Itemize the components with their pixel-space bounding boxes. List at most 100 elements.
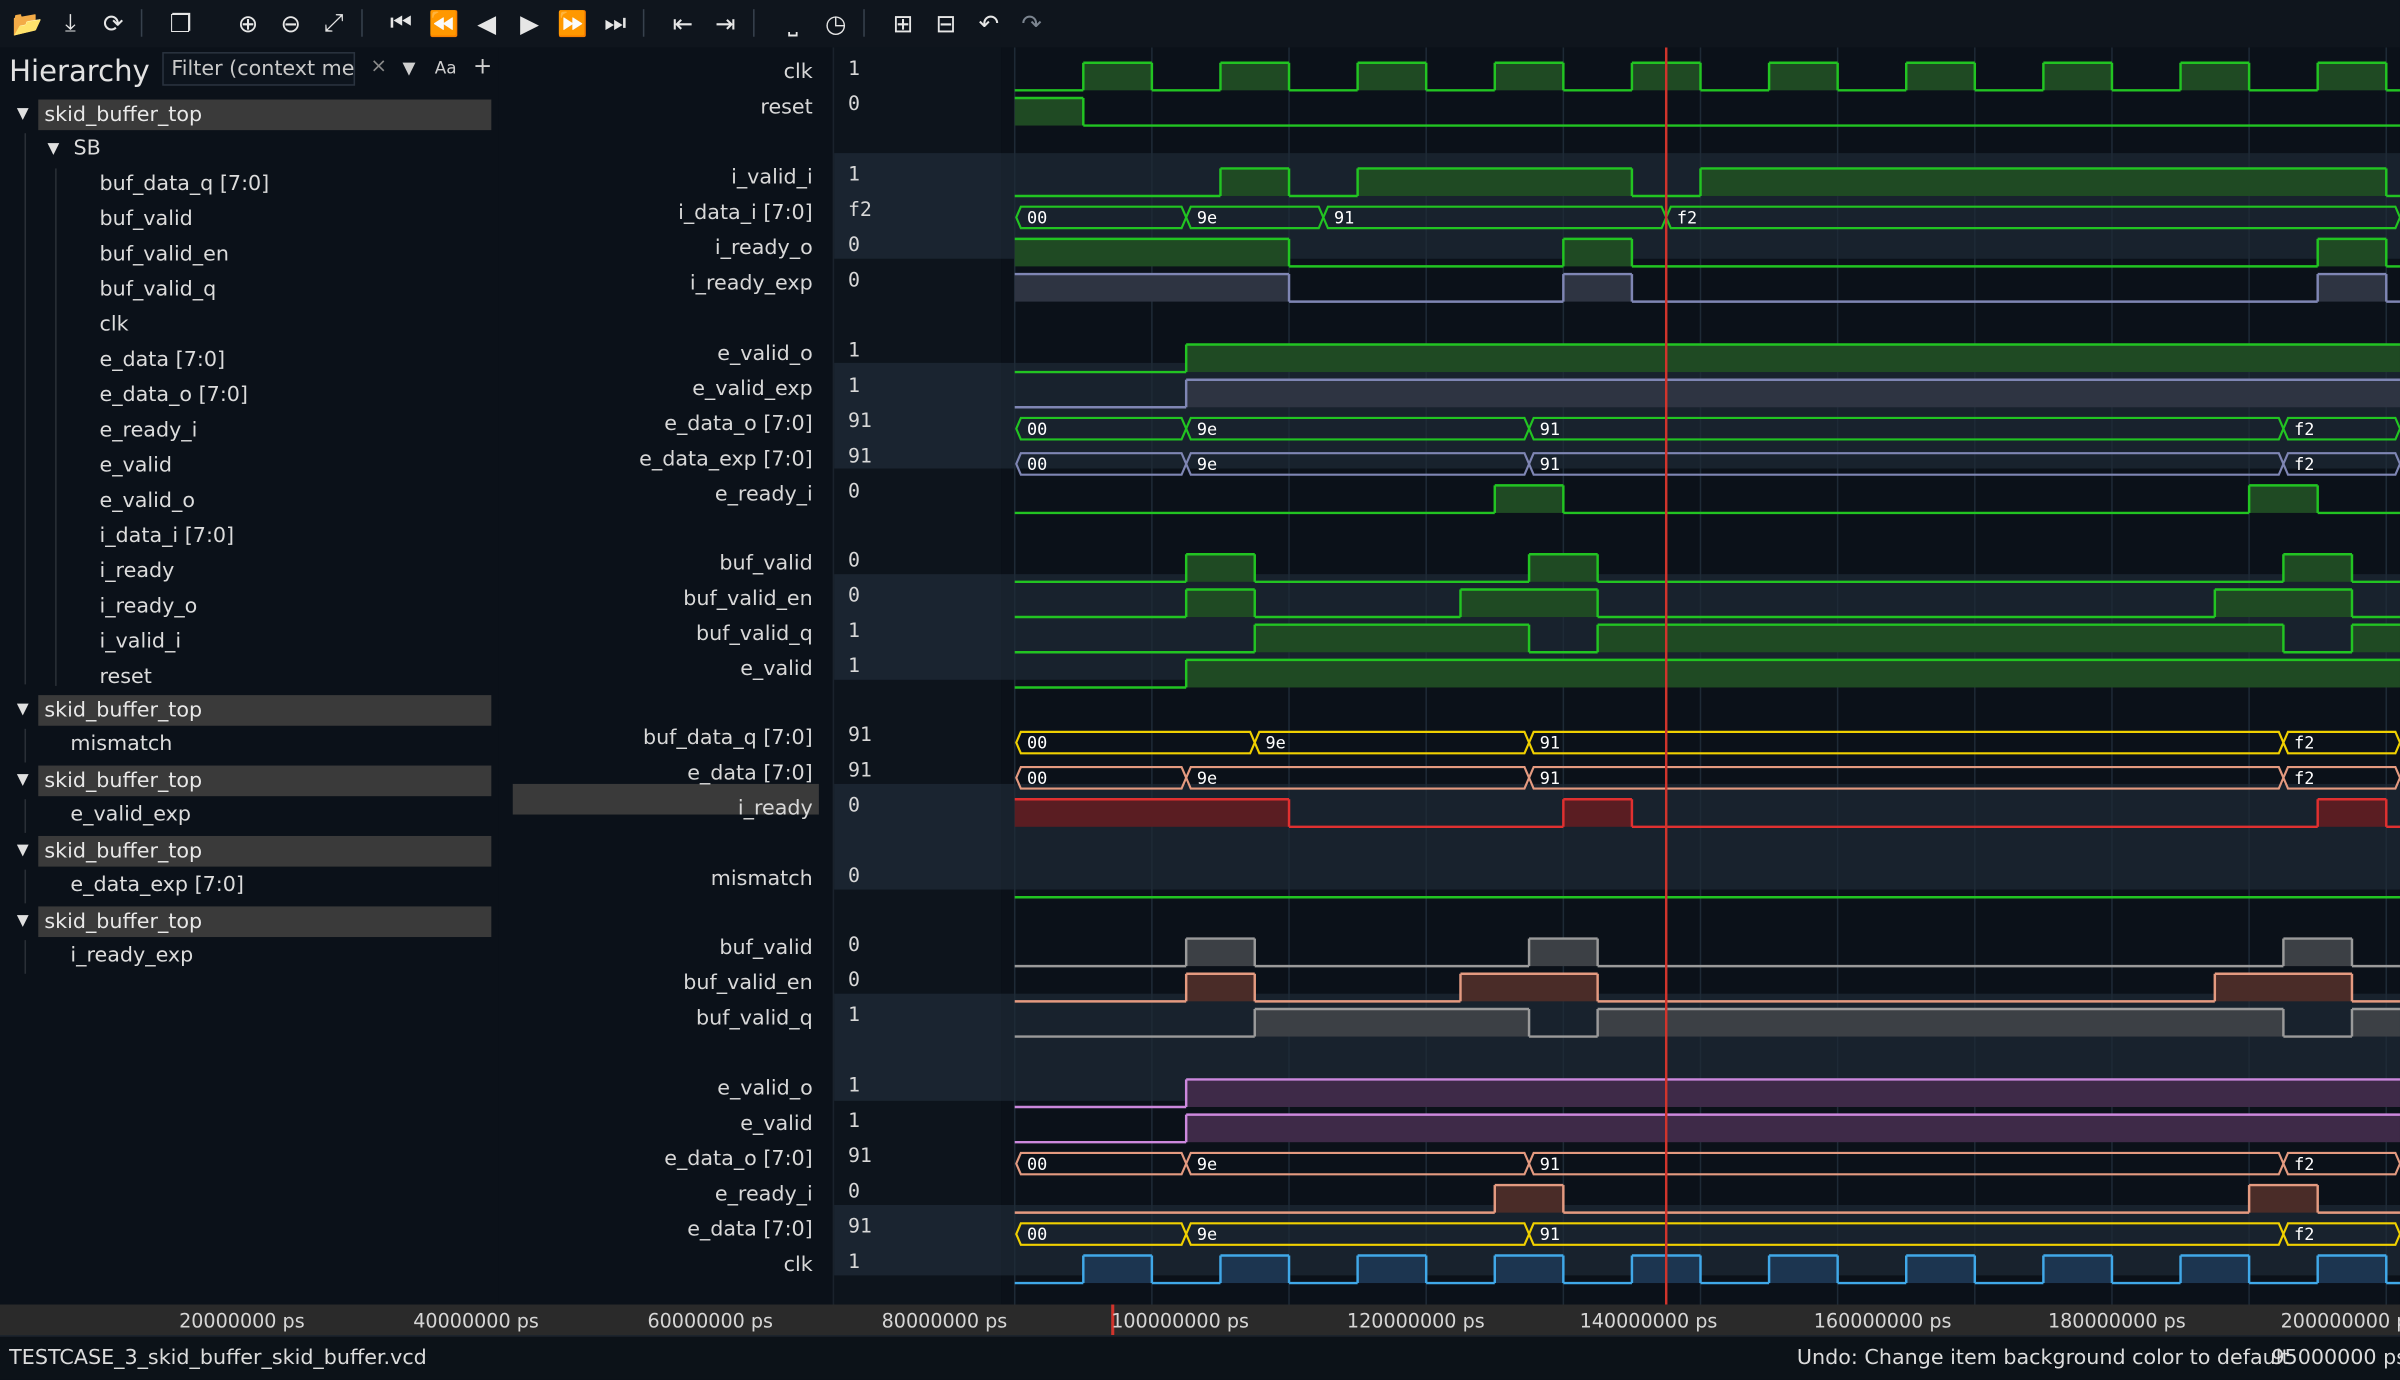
signal-name[interactable]: buf_valid: [719, 936, 812, 960]
expand-toggle-icon[interactable]: ▼: [47, 141, 59, 158]
expand-toggle-icon[interactable]: ▼: [17, 106, 29, 123]
filter-icon[interactable]: ▼: [403, 58, 416, 78]
signal-name[interactable]: clk: [784, 60, 813, 84]
step-backward-icon[interactable]: ◀: [468, 6, 505, 40]
copy-icon[interactable]: ❐: [162, 6, 199, 40]
hierarchy-signal[interactable]: e_data_o [7:0]: [99, 383, 248, 407]
filter-input[interactable]: Filter (context men: [162, 52, 356, 86]
hierarchy-signal[interactable]: e_valid: [99, 453, 172, 477]
expand-toggle-icon[interactable]: ▼: [17, 913, 29, 930]
collapse-all-icon[interactable]: ⊟: [928, 6, 965, 40]
signal-value: 91: [847, 1145, 872, 1169]
signal-name[interactable]: e_valid: [740, 1112, 813, 1136]
save-file-icon[interactable]: ⤓: [52, 6, 89, 40]
go-to-end-icon[interactable]: ⏭: [597, 6, 634, 40]
hierarchy-signal[interactable]: e_valid_exp: [70, 802, 191, 826]
clear-filter-icon[interactable]: ×: [370, 55, 387, 78]
tree-guide-line: [24, 869, 27, 904]
expand-toggle-icon[interactable]: ▼: [17, 842, 29, 859]
signal-name[interactable]: e_valid: [740, 657, 813, 681]
signal-name[interactable]: i_data_i [7:0]: [678, 201, 813, 225]
signal-name[interactable]: e_data_o [7:0]: [664, 1147, 813, 1171]
hierarchy-signal[interactable]: e_ready_i: [99, 418, 197, 442]
signal-name[interactable]: e_valid_exp: [692, 377, 813, 401]
e-data-o-2-value-label: 00: [1027, 1154, 1047, 1174]
e-data-exp-value-label: 9e: [1197, 454, 1217, 474]
status-message: Undo: Change item background color to de…: [1796, 1345, 2290, 1371]
hierarchy-signal[interactable]: buf_valid_q: [99, 277, 216, 301]
reload-icon[interactable]: ⟳: [95, 6, 132, 40]
zoom-fit-icon[interactable]: ⤢: [315, 6, 352, 40]
add-divider-icon[interactable]: ⎵: [774, 6, 811, 40]
hierarchy-signal[interactable]: buf_data_q [7:0]: [99, 171, 269, 195]
waveform-canvas[interactable]: 00 9e 91 f2 00 9e 91 f2 00 9e 91 f2 00 9e 91 f2 00 9e 91 f2…: [1001, 47, 2400, 1305]
undo-icon[interactable]: ↶: [970, 6, 1007, 40]
e-data-2-value-label: 9e: [1197, 1224, 1217, 1244]
time-ruler[interactable]: 20000000 ps 40000000 ps 60000000 ps 8000000…: [0, 1304, 2400, 1336]
scope-skid-buffer-top[interactable]: skid_buffer_top: [38, 99, 492, 131]
signal-name[interactable]: i_ready: [738, 796, 813, 820]
hierarchy-signal[interactable]: buf_valid_en: [99, 242, 228, 266]
buf-valid-high-fill: [2283, 554, 2352, 582]
signal-name[interactable]: buf_valid_en: [683, 971, 812, 995]
add-icon[interactable]: +: [473, 52, 492, 80]
fast-forward-icon[interactable]: ⏩: [554, 6, 591, 40]
scope-skid-buffer-top[interactable]: skid_buffer_top: [38, 906, 492, 938]
hierarchy-signal[interactable]: e_data [7:0]: [99, 348, 225, 372]
signal-name[interactable]: e_ready_i: [715, 482, 813, 506]
signal-name[interactable]: buf_valid: [719, 551, 812, 575]
hierarchy-signal[interactable]: clk: [99, 312, 128, 336]
scope-skid-buffer-top[interactable]: skid_buffer_top: [38, 835, 492, 867]
hierarchy-signal[interactable]: mismatch: [70, 732, 172, 756]
signal-name[interactable]: i_valid_i: [731, 165, 813, 189]
zoom-in-icon[interactable]: ⊕: [230, 6, 267, 40]
expand-all-icon[interactable]: ⊞: [885, 6, 922, 40]
signal-name[interactable]: i_ready_exp: [690, 271, 813, 295]
buf-data-q-segment: [1253, 730, 1531, 755]
signal-name[interactable]: buf_data_q [7:0]: [643, 726, 813, 750]
signal-name[interactable]: e_data_exp [7:0]: [639, 447, 813, 471]
e-data-value-label: 91: [1540, 768, 1560, 788]
prev-transition-icon[interactable]: ⇤: [664, 6, 701, 40]
zoom-out-icon[interactable]: ⊖: [272, 6, 309, 40]
add-timestamp-icon[interactable]: ◷: [817, 6, 854, 40]
signal-name[interactable]: mismatch: [711, 867, 813, 891]
hierarchy-signal[interactable]: e_data_exp [7:0]: [70, 873, 244, 897]
go-to-start-icon[interactable]: ⏮: [383, 6, 420, 40]
hierarchy-signal[interactable]: i_ready_exp: [70, 943, 193, 967]
hierarchy-signal[interactable]: i_data_i [7:0]: [99, 524, 234, 548]
scope-sb[interactable]: SB: [73, 136, 100, 160]
signal-name[interactable]: e_ready_i: [715, 1182, 813, 1206]
hierarchy-signal[interactable]: reset: [99, 664, 151, 688]
open-file-icon[interactable]: 📂: [9, 6, 46, 40]
expand-toggle-icon[interactable]: ▼: [17, 701, 29, 718]
signal-name[interactable]: buf_valid_q: [696, 622, 813, 646]
hierarchy-signal[interactable]: i_ready_o: [99, 594, 197, 618]
signal-name[interactable]: i_ready_o: [715, 236, 813, 260]
signal-name[interactable]: e_data_o [7:0]: [664, 412, 813, 436]
signal-name[interactable]: clk: [784, 1252, 813, 1276]
step-forward-icon[interactable]: ▶: [511, 6, 548, 40]
scope-skid-buffer-top[interactable]: skid_buffer_top: [38, 765, 492, 797]
case-sensitive-icon[interactable]: Aa: [435, 58, 457, 78]
signal-name[interactable]: reset: [760, 95, 812, 119]
signal-value: 0: [847, 93, 860, 117]
signal-name[interactable]: buf_valid_en: [683, 586, 812, 610]
signal-name[interactable]: e_valid_o: [717, 341, 813, 365]
signal-name[interactable]: buf_valid_q: [696, 1006, 813, 1030]
ruler-tick-label: 140000000 ps: [1579, 1309, 1718, 1333]
signal-name[interactable]: e_data [7:0]: [687, 1217, 813, 1241]
next-transition-icon[interactable]: ⇥: [707, 6, 744, 40]
waveform-view[interactable]: 00 9e 91 f2 00 9e 91 f2 00 9e 91 f2 00 9e 91 f2 00 9e 91 f2…: [1001, 47, 2400, 1305]
signal-name[interactable]: e_data [7:0]: [687, 761, 813, 785]
hierarchy-signal[interactable]: i_valid_i: [99, 629, 181, 653]
hierarchy-signal[interactable]: e_valid_o: [99, 488, 195, 512]
hierarchy-signal[interactable]: i_ready: [99, 559, 174, 583]
scope-skid-buffer-top[interactable]: skid_buffer_top: [38, 695, 492, 726]
expand-toggle-icon[interactable]: ▼: [17, 772, 29, 789]
signal-name[interactable]: e_valid_o: [717, 1076, 813, 1100]
signal-value: 1: [847, 1004, 860, 1028]
redo-icon[interactable]: ↷: [1013, 6, 1050, 40]
fast-backward-icon[interactable]: ⏪: [426, 6, 463, 40]
hierarchy-signal[interactable]: buf_valid: [99, 207, 192, 231]
